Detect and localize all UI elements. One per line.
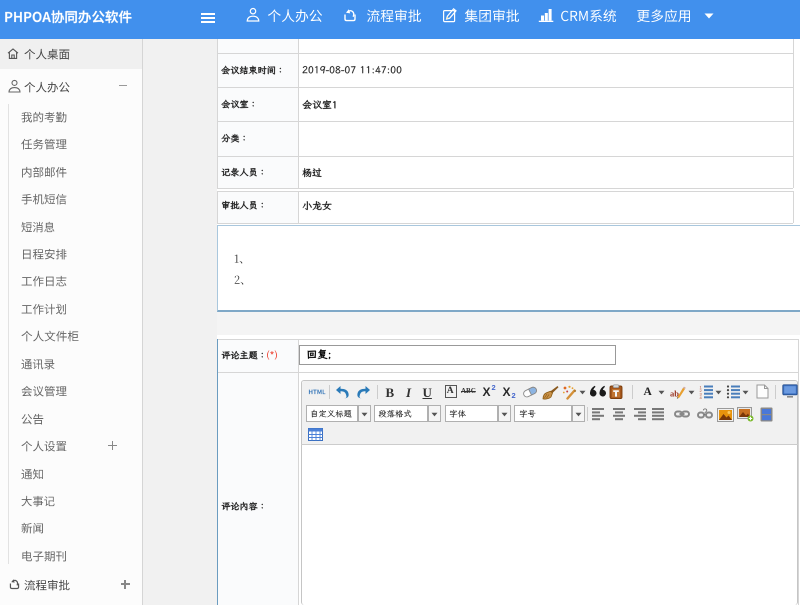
svg-text:4: 4 <box>700 395 703 399</box>
svg-text:?: ? <box>702 408 707 417</box>
